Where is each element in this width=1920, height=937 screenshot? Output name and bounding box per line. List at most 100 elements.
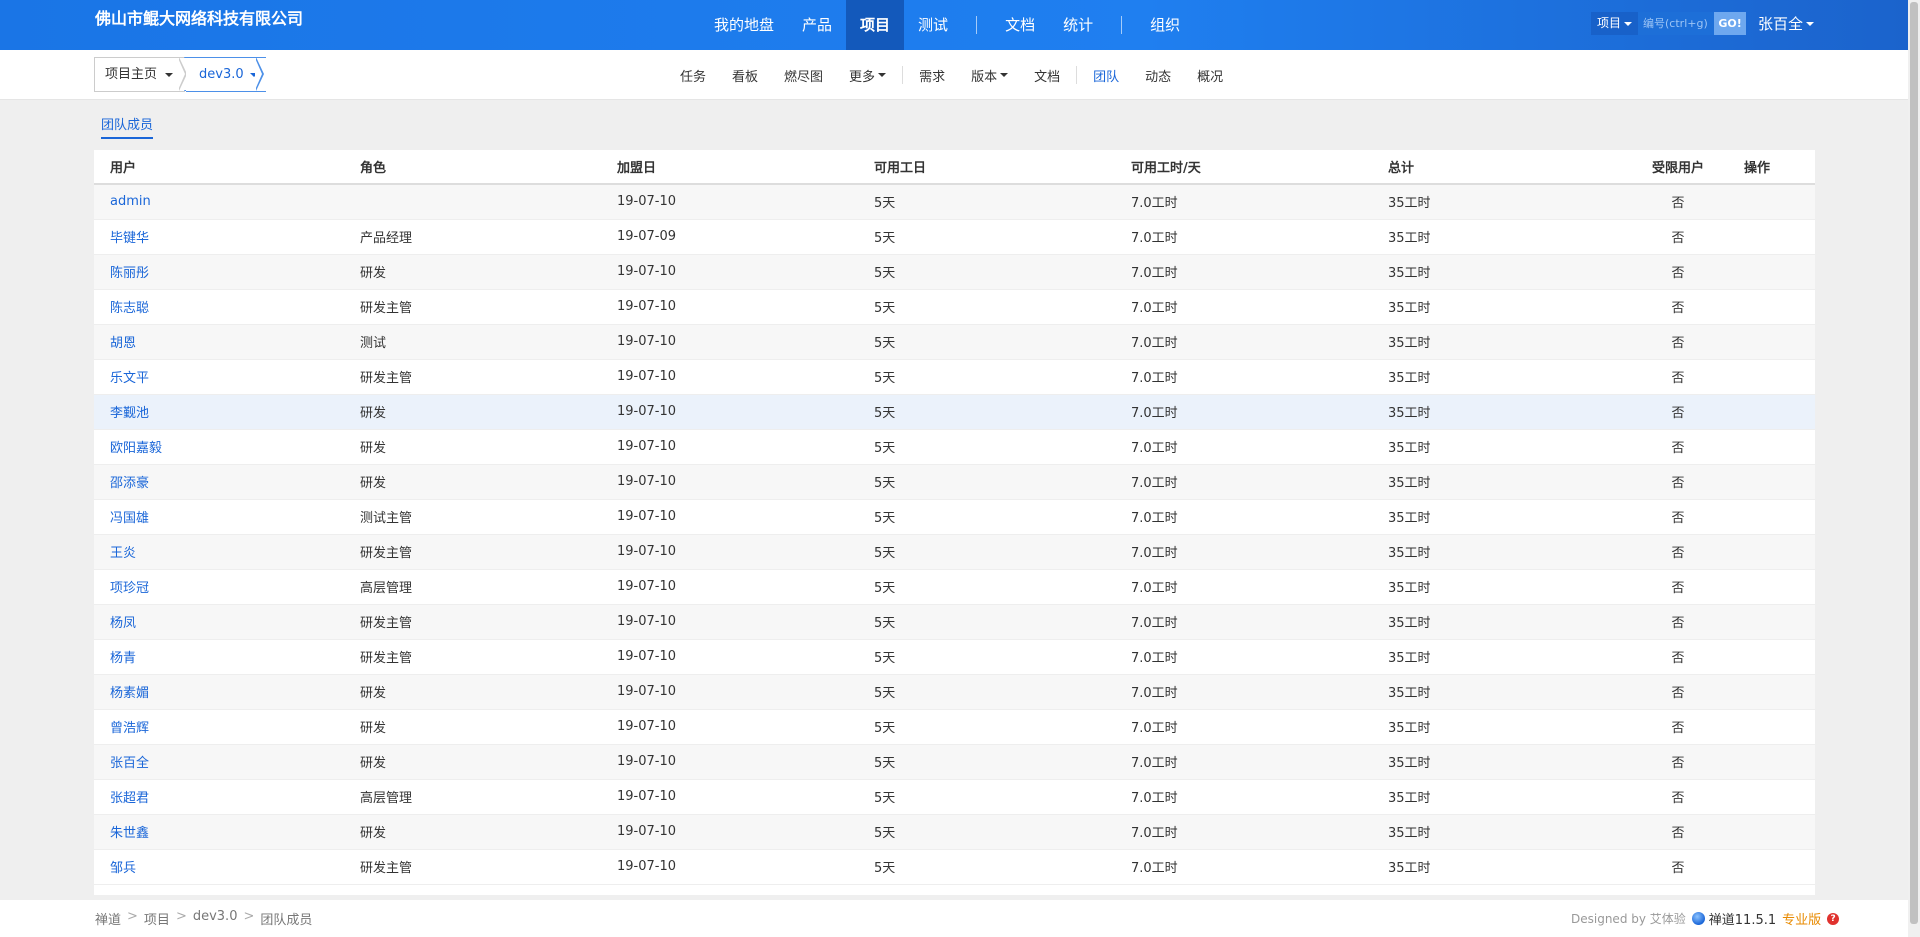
footer-crumb-separator: > xyxy=(175,909,187,924)
tab-team-members[interactable]: 团队成员 xyxy=(101,114,154,139)
col-header-hours[interactable]: 可用工时/天 xyxy=(1115,150,1372,185)
joined-cell-value: 19-07-10 xyxy=(617,859,677,874)
days-cell: 5天 xyxy=(858,324,1115,360)
edition-label[interactable]: 专业版 xyxy=(1782,909,1821,928)
joined-cell: 19-07-10 xyxy=(601,184,858,220)
table-row: 项珍冠 高层管理 19-07-10 5天 7.0工时 35工时 否 xyxy=(94,569,1815,605)
nav-test[interactable]: 测试 xyxy=(904,0,962,50)
role-cell-value: 研发 xyxy=(360,476,387,491)
user-link[interactable]: 欧阳嘉毅 xyxy=(110,441,162,456)
user-link[interactable]: admin xyxy=(110,194,151,209)
main-nav: 我的地盘 产品 项目 测试 文档 统计 组织 xyxy=(700,0,1194,50)
hours-cell: 7.0工时 xyxy=(1115,464,1372,500)
limited-cell: 否 xyxy=(1628,849,1728,885)
actions-cell xyxy=(1728,604,1815,640)
zentao-logo-icon xyxy=(1691,912,1705,925)
subnav-kanban[interactable]: 看板 xyxy=(719,66,771,85)
user-link[interactable]: 邵添豪 xyxy=(110,476,149,491)
total-cell: 35工时 xyxy=(1372,814,1628,850)
user-link[interactable]: 邹兵 xyxy=(110,861,136,876)
subnav-burndown[interactable]: 燃尽图 xyxy=(771,66,836,85)
user-link[interactable]: 张百全 xyxy=(110,756,149,771)
col-header-days[interactable]: 可用工日 xyxy=(858,150,1115,185)
joined-cell: 19-07-10 xyxy=(601,814,858,850)
nav-product[interactable]: 产品 xyxy=(788,0,846,50)
designed-by[interactable]: Designed by 艾体验 xyxy=(1571,910,1686,927)
crumb-project-home[interactable]: 项目主页 xyxy=(94,57,186,92)
total-cell: 35工时 xyxy=(1372,569,1628,605)
nav-my[interactable]: 我的地盘 xyxy=(700,0,788,50)
help-icon[interactable]: ? xyxy=(1827,912,1840,925)
scrollbar-thumb[interactable] xyxy=(1910,2,1918,924)
joined-cell-value: 19-07-10 xyxy=(617,194,677,210)
subnav-task[interactable]: 任务 xyxy=(667,66,719,85)
subnav-overview[interactable]: 概况 xyxy=(1184,66,1236,85)
user-cell: 胡恩 xyxy=(94,324,344,360)
user-link[interactable]: 张超君 xyxy=(110,791,149,806)
sub-nav: 项目主页 dev3.0 任务 看板 燃尽图 更多 需求 版本 文档 团队 动态 … xyxy=(0,50,1908,100)
zentao-version[interactable]: 禅道11.5.1 xyxy=(1691,909,1776,928)
user-link[interactable]: 冯国雄 xyxy=(110,511,149,526)
user-link[interactable]: 陈丽彤 xyxy=(110,266,149,281)
total-cell: 35工时 xyxy=(1372,849,1628,885)
actions-cell xyxy=(1728,219,1815,255)
company-name[interactable]: 佛山市鲲大网络科技有限公司 xyxy=(95,5,303,29)
nav-company[interactable]: 组织 xyxy=(1136,0,1194,50)
user-link[interactable]: 朱世鑫 xyxy=(110,826,149,841)
subnav-doc[interactable]: 文档 xyxy=(1021,66,1073,85)
search-input[interactable] xyxy=(1638,12,1715,35)
limited-cell-value: 否 xyxy=(1671,721,1685,736)
actions-cell xyxy=(1728,534,1815,570)
footer-crumb-version[interactable]: dev3.0 xyxy=(193,909,238,928)
nav-report[interactable]: 统计 xyxy=(1049,0,1107,50)
col-header-limited[interactable]: 受限用户 xyxy=(1628,150,1728,185)
subnav-dynamic-label: 动态 xyxy=(1145,69,1172,85)
days-cell-value: 5天 xyxy=(874,441,896,456)
col-header-total[interactable]: 总计 xyxy=(1372,150,1628,185)
role-cell-value: 研发主管 xyxy=(360,616,413,631)
user-link[interactable]: 毕键华 xyxy=(110,231,149,246)
actions-cell xyxy=(1728,569,1815,605)
user-link[interactable]: 杨素媚 xyxy=(110,686,149,701)
limited-cell: 否 xyxy=(1628,569,1728,605)
user-link[interactable]: 杨凤 xyxy=(110,616,136,631)
subnav-team[interactable]: 团队 xyxy=(1080,66,1132,85)
crumb-version-switcher[interactable]: dev3.0 xyxy=(186,57,266,92)
search-type-select[interactable]: 项目 xyxy=(1591,12,1639,35)
sub-nav-items: 任务 看板 燃尽图 更多 需求 版本 文档 团队 动态 概况 xyxy=(667,50,1236,100)
col-header-user[interactable]: 用户 xyxy=(94,150,344,185)
table-row: 李觐池 研发 19-07-10 5天 7.0工时 35工时 否 xyxy=(94,394,1815,430)
user-cell: 张百全 xyxy=(94,744,344,780)
user-link[interactable]: 胡恩 xyxy=(110,336,136,351)
hours-cell-value: 7.0工时 xyxy=(1131,826,1178,841)
page-scrollbar[interactable] xyxy=(1908,0,1920,937)
user-link[interactable]: 杨青 xyxy=(110,651,136,666)
hours-cell: 7.0工时 xyxy=(1115,534,1372,570)
user-menu[interactable]: 张百全 xyxy=(1758,13,1815,34)
user-link[interactable]: 曾浩辉 xyxy=(110,721,149,736)
col-header-role[interactable]: 角色 xyxy=(344,150,601,185)
hours-cell: 7.0工时 xyxy=(1115,639,1372,675)
joined-cell-value: 19-07-10 xyxy=(617,544,677,559)
actions-cell xyxy=(1728,254,1815,290)
user-cell: 杨青 xyxy=(94,639,344,675)
footer-crumb-zentao[interactable]: 禅道 xyxy=(95,909,121,928)
subnav-story[interactable]: 需求 xyxy=(906,66,958,85)
user-link[interactable]: 王炎 xyxy=(110,546,136,561)
user-link[interactable]: 陈志聪 xyxy=(110,301,149,316)
limited-cell: 否 xyxy=(1628,604,1728,640)
table-row: 朱世鑫 研发 19-07-10 5天 7.0工时 35工时 否 xyxy=(94,814,1815,850)
nav-project[interactable]: 项目 xyxy=(846,0,905,50)
user-link[interactable]: 乐文平 xyxy=(110,371,149,386)
col-header-joined[interactable]: 加盟日 xyxy=(601,150,858,185)
nav-doc[interactable]: 文档 xyxy=(991,0,1049,50)
user-link[interactable]: 项珍冠 xyxy=(110,581,149,596)
subnav-build[interactable]: 版本 xyxy=(958,66,1021,85)
footer-crumb-project[interactable]: 项目 xyxy=(144,909,170,928)
search-go-button[interactable]: GO! xyxy=(1714,12,1747,35)
user-link[interactable]: 李觐池 xyxy=(110,406,149,421)
subnav-overview-label: 概况 xyxy=(1197,69,1224,85)
subnav-more[interactable]: 更多 xyxy=(836,66,899,85)
subnav-dynamic[interactable]: 动态 xyxy=(1132,66,1184,85)
crumb-arrow-fill xyxy=(255,58,262,90)
